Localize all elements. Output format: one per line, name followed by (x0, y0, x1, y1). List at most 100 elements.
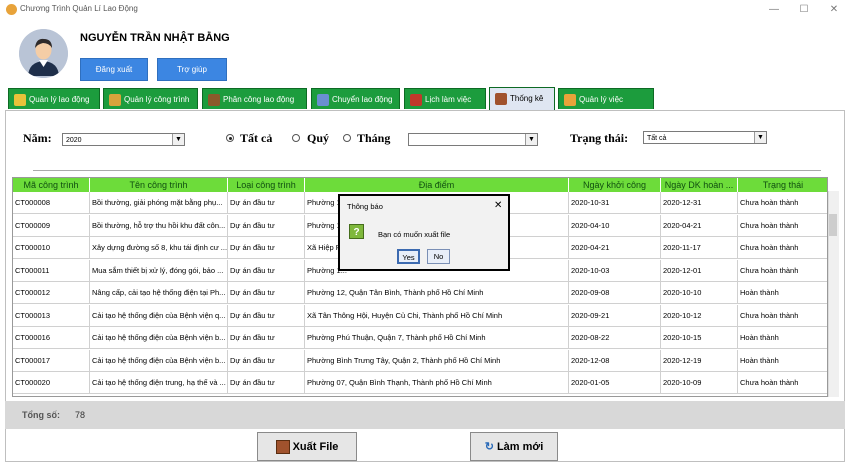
export-file-button[interactable]: Xuất File (257, 432, 357, 461)
window-title: Chương Trình Quản Lí Lao Động (20, 4, 138, 13)
export-chart-icon (275, 440, 290, 455)
tab-chuyen-lao-dong[interactable]: Chuyển lao động (311, 88, 400, 109)
table-cell: Chưa hoàn thành (738, 305, 827, 327)
table-cell: CT000010 (13, 237, 90, 259)
table-cell: 2020-10-31 (569, 192, 661, 214)
month-select[interactable]: ▼ (408, 133, 538, 146)
table-cell: Chưa hoàn thành (738, 260, 827, 282)
minimize-button[interactable]: — (760, 2, 788, 18)
table-cell: Dự án đầu tư (228, 237, 305, 259)
table-cell: 2020-12-19 (661, 349, 738, 372)
radio-all[interactable] (226, 134, 234, 142)
table-cell: 2020-12-01 (661, 259, 738, 282)
dialog-title: Thông báo (347, 202, 383, 211)
table-cell: Cải tạo hệ thống điện trung, hạ thế và .… (90, 372, 228, 394)
table-cell: 2020-04-21 (661, 214, 738, 237)
column-header[interactable]: Ngày khởi công (569, 178, 661, 192)
table-cell: Phường 07, Quận Bình Thạnh, Thành phố Hồ… (305, 372, 569, 394)
tab-quan-ly-lao-dong[interactable]: Quản lý lao động (8, 88, 100, 109)
chevron-down-icon: ▼ (172, 134, 184, 145)
table-row[interactable]: CT000017 Cải tạo hệ thống điện của Bệnh v… (13, 349, 827, 372)
table-cell: Hoàn thành (738, 282, 827, 304)
scrollbar-thumb[interactable] (829, 214, 837, 236)
user-name: NGUYỄN TRẦN NHẬT BẰNG (80, 32, 230, 44)
table-row[interactable]: CT000016 Cải tạo hệ thống điện của Bệnh v… (13, 327, 827, 349)
building-icon (109, 93, 121, 106)
table-cell: CT000011 (13, 259, 90, 282)
radio-month-label: Tháng (357, 131, 391, 145)
tab-thong-ke[interactable]: Thống kê (489, 87, 555, 110)
column-header[interactable]: Trạng thái (738, 178, 827, 192)
maximize-button[interactable]: ☐ (790, 2, 818, 18)
table-cell: Mua sắm thiết bị xử lý, đóng gói, bảo ..… (90, 259, 228, 282)
chevron-down-icon: ▼ (754, 132, 766, 143)
column-header[interactable]: Tên công trình (90, 178, 228, 192)
table-cell: Bồi thường, hỗ trợ thu hồi khu đất côn..… (90, 214, 228, 237)
statistics-chart-icon (495, 92, 507, 105)
assignment-icon (208, 93, 220, 106)
table-cell: 2020-10-15 (661, 327, 738, 349)
table-cell: 2020-04-10 (569, 214, 661, 237)
table-cell: Phường Bình Trưng Tây, Quận 2, Thành phố… (305, 349, 569, 372)
status-label: Trạng thái: (570, 131, 629, 145)
tab-lich-lam-viec[interactable]: Lịch làm việc (404, 88, 486, 109)
table-cell: Cải tạo hệ thống điện của Bệnh viện q... (90, 304, 228, 327)
table-cell: Xây dựng đường số 8, khu tái định cư ... (90, 237, 228, 259)
table-cell: Dự án đầu tư (228, 372, 305, 394)
table-cell: CT000020 (13, 372, 90, 394)
column-header[interactable]: Mã công trình (13, 178, 90, 192)
table-cell: 2020-10-12 (661, 304, 738, 327)
table-cell: 2020-12-08 (569, 349, 661, 372)
table-cell: Dự án đầu tư (228, 327, 305, 349)
table-row[interactable]: CT000020 Cải tạo hệ thống điện trung, hạ … (13, 372, 827, 394)
table-cell: Chưa hoàn thành (738, 215, 827, 237)
status-select[interactable]: Tất cả ▼ (643, 131, 767, 144)
year-label: Năm: (23, 131, 52, 145)
tab-quan-ly-cong-trinh[interactable]: Quản lý công trình (103, 88, 198, 109)
table-row[interactable]: CT000013 Cải tạo hệ thống điện của Bệnh v… (13, 304, 827, 327)
table-cell: 2020-10-09 (661, 372, 738, 394)
radio-all-label: Tất cả (240, 131, 273, 145)
column-header[interactable]: Ngày DK hoàn ... (661, 178, 738, 192)
total-value: 78 (75, 410, 86, 420)
footer-bar (5, 401, 845, 429)
worker-icon (14, 93, 26, 106)
table-cell: 2020-04-21 (569, 237, 661, 259)
transfer-people-icon (317, 93, 329, 106)
app-icon (6, 4, 17, 15)
close-button[interactable]: ✕ (820, 2, 848, 18)
column-header[interactable]: Loại công trình (228, 178, 305, 192)
tab-phan-cong-lao-dong[interactable]: Phân công lao động (202, 88, 307, 109)
user-avatar-icon (19, 29, 68, 78)
radio-month[interactable] (343, 134, 351, 142)
table-cell: 2020-12-31 (661, 192, 738, 214)
refresh-button[interactable]: ↻ Làm mới (470, 432, 558, 461)
table-cell: Dự án đầu tư (228, 282, 305, 304)
dialog-close-button[interactable]: ✕ (494, 200, 502, 211)
logout-button[interactable]: Đăng xuất (80, 58, 148, 81)
no-button[interactable]: No (427, 249, 450, 264)
radio-quarter[interactable] (292, 134, 300, 142)
yes-button[interactable]: Yes (397, 249, 420, 264)
table-cell: 2020-09-21 (569, 304, 661, 327)
table-cell: Hoàn thành (738, 327, 827, 349)
table-cell: Dự án đầu tư (228, 304, 305, 327)
table-cell: Chưa hoàn thành (738, 372, 827, 394)
table-cell: 2020-10-10 (661, 282, 738, 304)
table-row[interactable]: CT000012 Nâng cấp, cải tạo hệ thống điện … (13, 282, 827, 304)
table-cell: Dự án đầu tư (228, 214, 305, 237)
column-header[interactable]: Địa điểm (305, 178, 569, 192)
table-cell: Chưa hoàn thành (738, 237, 827, 259)
table-cell: 2020-10-03 (569, 259, 661, 282)
table-cell: CT000016 (13, 327, 90, 349)
table-cell: Cải tạo hệ thống điện của Bệnh viện b... (90, 327, 228, 349)
year-select[interactable]: 2020 ▼ (62, 133, 185, 146)
table-cell: Phường Phú Thuận, Quận 7, Thành phố Hồ C… (305, 327, 569, 349)
table-cell: Cải tạo hệ thống điện của Bệnh viện b... (90, 349, 228, 372)
refresh-icon: ↻ (484, 441, 494, 453)
tab-quan-ly-viec[interactable]: Quản lý việc (558, 88, 654, 109)
table-cell: Dự án đầu tư (228, 259, 305, 282)
help-button[interactable]: Trợ giúp (157, 58, 227, 81)
table-cell: Chưa hoàn thành (738, 192, 827, 214)
table-cell: CT000017 (13, 349, 90, 372)
